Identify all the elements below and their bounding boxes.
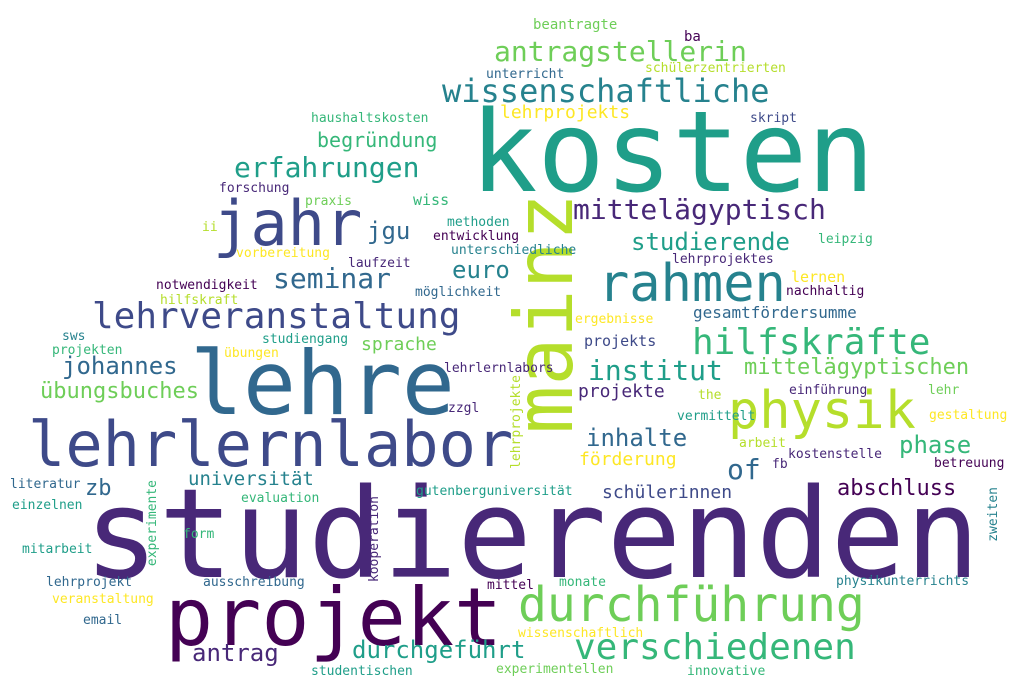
word-ausschreibung: ausschreibung (203, 575, 305, 590)
word-projekte: projekte (578, 381, 665, 402)
word-kostenstelle: kostenstelle (788, 447, 882, 462)
word-schülerzentrierten: schülerzentrierten (645, 61, 786, 76)
word-email: email (83, 613, 123, 628)
word-zb: zb (85, 476, 112, 501)
word-lehrlernlabor: lehrlernlabor (28, 408, 514, 481)
word-ba: ba (684, 29, 701, 45)
word-euro: euro (452, 256, 510, 284)
word-lehrprojekts: lehrprojekts (500, 102, 631, 123)
word-abschluss: abschluss (837, 476, 957, 501)
word-of: of (727, 453, 761, 486)
word-universität: universität (188, 468, 314, 490)
word-einzelnen: einzelnen (12, 498, 83, 513)
word-lehrveranstaltung: lehrveranstaltung (92, 296, 461, 337)
word-monate: monate (559, 575, 606, 590)
word-mittelägyptischen: mittelägyptischen (744, 355, 970, 380)
word-skript: skript (750, 111, 797, 126)
word-studierende: studierende (631, 228, 790, 256)
word-studiengang: studiengang (262, 332, 349, 347)
word-notwendigkeit: notwendigkeit (156, 278, 258, 293)
word-vorbereitung: vorbereitung (236, 246, 330, 261)
word-lehrprojektes: lehrprojektes (672, 252, 774, 267)
word-experimentellen: experimentellen (496, 662, 614, 677)
word-the: the (698, 388, 722, 403)
word-forschung: forschung (219, 181, 290, 196)
word-innovative: innovative (687, 664, 766, 679)
word-schülerinnen: schülerinnen (602, 482, 733, 503)
word-wissenschaftlich: wissenschaftlich (518, 626, 644, 641)
word-sprache: sprache (361, 334, 437, 355)
word-vermittelt: vermittelt (677, 409, 756, 424)
word-studentischen: studentischen (311, 664, 413, 679)
word-literatur: literatur (10, 477, 81, 492)
word-cloud: studierenden kosten lehre mainz projekt lehrl… (0, 0, 1024, 681)
word-hilfskraft: hilfskraft (160, 293, 239, 308)
word-inhalte: inhalte (586, 424, 688, 452)
word-haushaltskosten: haushaltskosten (311, 111, 429, 126)
word-sws: sws (62, 329, 86, 344)
word-lehrprojekte: lehrprojekte (509, 375, 524, 469)
word-projekts: projekts (584, 332, 657, 350)
word-lehr: lehr (928, 383, 960, 398)
word-laufzeit: laufzeit (348, 256, 411, 271)
word-gutenberguniversität: gutenberguniversität (416, 484, 573, 499)
word-form: form (183, 527, 215, 542)
word-ii: ii (202, 220, 218, 235)
word-leipzig: leipzig (818, 232, 873, 247)
word-veranstaltung: veranstaltung (52, 592, 154, 607)
word-begründung: begründung (317, 128, 438, 152)
word-lehrlernlabors: lehrlernlabors (444, 361, 554, 376)
word-unterricht: unterricht (486, 67, 565, 82)
word-zweiten: zweiten (986, 487, 1001, 542)
word-lernen: lernen (791, 268, 846, 286)
word-mitarbeit: mitarbeit (22, 542, 93, 557)
word-einführung: einführung (789, 383, 868, 398)
word-beantragte: beantragte (533, 17, 618, 33)
word-kooperation: kooperation (367, 496, 382, 583)
word-übungen: übungen (224, 346, 279, 361)
word-unterschiedliche: unterschiedliche (451, 243, 577, 258)
word-projekten: projekten (52, 343, 123, 358)
word-fb: fb (772, 457, 788, 472)
word-erfahrungen: erfahrungen (234, 151, 420, 184)
word-evaluation: evaluation (241, 491, 320, 506)
word-phase: phase (899, 431, 972, 459)
word-betreuung: betreuung (934, 456, 1005, 471)
word-methoden: methoden (447, 215, 510, 230)
word-entwicklung: entwicklung (433, 229, 520, 244)
word-jgu: jgu (367, 217, 411, 245)
word-durchgeführt: durchgeführt (352, 636, 526, 664)
word-möglichkeit: möglichkeit (415, 285, 502, 300)
word-experimente: experimente (145, 480, 160, 567)
word-förderung: förderung (579, 449, 677, 470)
word-mittelägyptisch: mittelägyptisch (573, 193, 826, 226)
word-antrag: antrag (192, 639, 279, 667)
word-übungsbuches: übungsbuches (40, 379, 199, 404)
word-nachhaltig: nachhaltig (786, 284, 865, 299)
word-wiss: wiss (413, 191, 450, 209)
word-lehrprojekt: lehrprojekt (46, 575, 133, 590)
word-mittel: mittel (487, 578, 534, 593)
word-praxis: praxis (305, 194, 352, 209)
word-gestaltung: gestaltung (929, 408, 1008, 423)
word-physikunterrichts: physikunterrichts (836, 574, 970, 589)
word-gesamtfördersumme: gesamtfördersumme (693, 303, 857, 322)
word-arbeit: arbeit (739, 436, 786, 451)
word-ergebnisse: ergebnisse (575, 312, 654, 327)
word-zzgl: zzgl (448, 401, 480, 416)
